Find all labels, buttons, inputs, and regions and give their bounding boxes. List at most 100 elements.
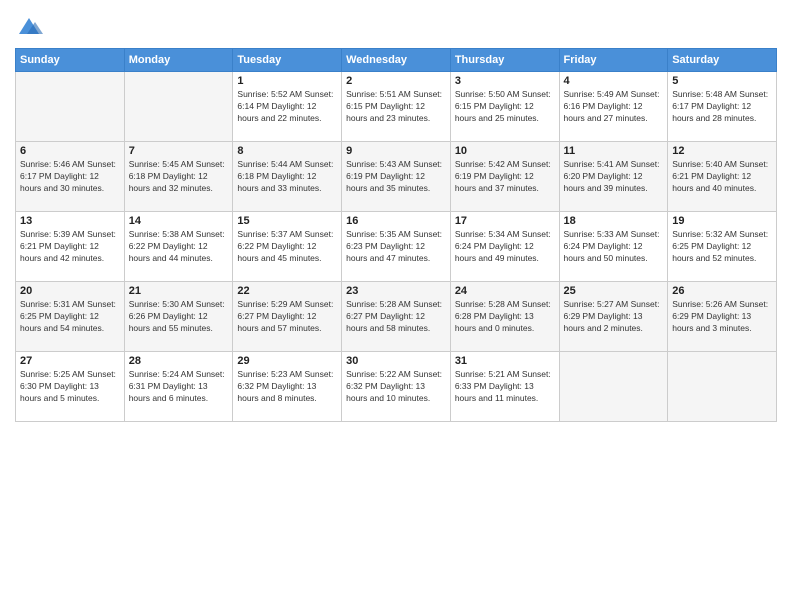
day-number: 2 — [346, 75, 446, 87]
day-number: 26 — [672, 285, 772, 297]
day-number: 15 — [237, 215, 337, 227]
calendar-cell: 9 Sunrise: 5:43 AM Sunset: 6:19 PM Daylig… — [342, 142, 451, 212]
weekday-header: Monday — [124, 49, 233, 72]
day-info: Sunrise: 5:44 AM Sunset: 6:18 PM Dayligh… — [237, 159, 337, 195]
calendar-cell: 30Sunrise: 5:22 AM Sunset: 6:32 PM Dayli… — [342, 352, 451, 422]
day-number: 21 — [129, 285, 229, 297]
calendar-cell: 4 Sunrise: 5:49 AM Sunset: 6:16 PM Daylig… — [559, 72, 668, 142]
day-info: Sunrise: 5:32 AM Sunset: 6:25 PM Dayligh… — [672, 229, 772, 265]
day-number: 12 — [672, 145, 772, 157]
weekday-header: Tuesday — [233, 49, 342, 72]
day-number: 18 — [564, 215, 664, 227]
day-info: Sunrise: 5:28 AM Sunset: 6:28 PM Dayligh… — [455, 299, 555, 335]
logo — [15, 14, 47, 42]
day-number: 9 — [346, 145, 446, 157]
day-info: Sunrise: 5:45 AM Sunset: 6:18 PM Dayligh… — [129, 159, 229, 195]
calendar-cell: 29Sunrise: 5:23 AM Sunset: 6:32 PM Dayli… — [233, 352, 342, 422]
calendar-cell: 24 Sunrise: 5:28 AM Sunset: 6:28 PM Dayli… — [450, 282, 559, 352]
day-info: Sunrise: 5:38 AM Sunset: 6:22 PM Dayligh… — [129, 229, 229, 265]
weekday-header: Friday — [559, 49, 668, 72]
weekday-header: Wednesday — [342, 49, 451, 72]
calendar-cell: 13 Sunrise: 5:39 AM Sunset: 6:21 PM Dayli… — [16, 212, 125, 282]
day-info: Sunrise: 5:39 AM Sunset: 6:21 PM Dayligh… — [20, 229, 120, 265]
calendar-cell: 1 Sunrise: 5:52 AM Sunset: 6:14 PM Daylig… — [233, 72, 342, 142]
calendar-cell: 19 Sunrise: 5:32 AM Sunset: 6:25 PM Dayli… — [668, 212, 777, 282]
calendar-cell: 7 Sunrise: 5:45 AM Sunset: 6:18 PM Daylig… — [124, 142, 233, 212]
calendar-cell: 28Sunrise: 5:24 AM Sunset: 6:31 PM Dayli… — [124, 352, 233, 422]
day-number: 19 — [672, 215, 772, 227]
day-number: 24 — [455, 285, 555, 297]
day-number: 11 — [564, 145, 664, 157]
calendar-cell: 8Sunrise: 5:44 AM Sunset: 6:18 PM Daylig… — [233, 142, 342, 212]
calendar-cell: 26 Sunrise: 5:26 AM Sunset: 6:29 PM Dayli… — [668, 282, 777, 352]
day-info: Sunrise: 5:37 AM Sunset: 6:22 PM Dayligh… — [237, 229, 337, 265]
day-info: Sunrise: 5:49 AM Sunset: 6:16 PM Dayligh… — [564, 89, 664, 125]
day-info: Sunrise: 5:43 AM Sunset: 6:19 PM Dayligh… — [346, 159, 446, 195]
calendar-table: SundayMondayTuesdayWednesdayThursdayFrid… — [15, 48, 777, 422]
calendar-cell: 22 Sunrise: 5:29 AM Sunset: 6:27 PM Dayli… — [233, 282, 342, 352]
calendar-cell: 16Sunrise: 5:35 AM Sunset: 6:23 PM Dayli… — [342, 212, 451, 282]
weekday-header: Sunday — [16, 49, 125, 72]
day-number: 1 — [237, 75, 337, 87]
calendar-cell: 15 Sunrise: 5:37 AM Sunset: 6:22 PM Dayli… — [233, 212, 342, 282]
calendar-week-row: 27Sunrise: 5:25 AM Sunset: 6:30 PM Dayli… — [16, 352, 777, 422]
day-number: 28 — [129, 355, 229, 367]
calendar-cell: 27Sunrise: 5:25 AM Sunset: 6:30 PM Dayli… — [16, 352, 125, 422]
day-info: Sunrise: 5:31 AM Sunset: 6:25 PM Dayligh… — [20, 299, 120, 335]
calendar-cell — [16, 72, 125, 142]
day-info: Sunrise: 5:40 AM Sunset: 6:21 PM Dayligh… — [672, 159, 772, 195]
calendar-cell: 23 Sunrise: 5:28 AM Sunset: 6:27 PM Dayli… — [342, 282, 451, 352]
day-info: Sunrise: 5:41 AM Sunset: 6:20 PM Dayligh… — [564, 159, 664, 195]
calendar-cell: 11 Sunrise: 5:41 AM Sunset: 6:20 PM Dayli… — [559, 142, 668, 212]
day-info: Sunrise: 5:25 AM Sunset: 6:30 PM Dayligh… — [20, 369, 120, 405]
day-number: 3 — [455, 75, 555, 87]
day-number: 6 — [20, 145, 120, 157]
calendar-week-row: 13 Sunrise: 5:39 AM Sunset: 6:21 PM Dayli… — [16, 212, 777, 282]
calendar-cell: 3 Sunrise: 5:50 AM Sunset: 6:15 PM Daylig… — [450, 72, 559, 142]
day-info: Sunrise: 5:22 AM Sunset: 6:32 PM Dayligh… — [346, 369, 446, 405]
day-number: 17 — [455, 215, 555, 227]
calendar-cell: 14 Sunrise: 5:38 AM Sunset: 6:22 PM Dayli… — [124, 212, 233, 282]
day-info: Sunrise: 5:48 AM Sunset: 6:17 PM Dayligh… — [672, 89, 772, 125]
day-info: Sunrise: 5:29 AM Sunset: 6:27 PM Dayligh… — [237, 299, 337, 335]
calendar-cell: 18 Sunrise: 5:33 AM Sunset: 6:24 PM Dayli… — [559, 212, 668, 282]
day-number: 4 — [564, 75, 664, 87]
logo-icon — [15, 14, 43, 42]
day-number: 25 — [564, 285, 664, 297]
day-info: Sunrise: 5:51 AM Sunset: 6:15 PM Dayligh… — [346, 89, 446, 125]
day-number: 7 — [129, 145, 229, 157]
day-number: 14 — [129, 215, 229, 227]
calendar-cell: 21 Sunrise: 5:30 AM Sunset: 6:26 PM Dayli… — [124, 282, 233, 352]
calendar-cell: 20 Sunrise: 5:31 AM Sunset: 6:25 PM Dayli… — [16, 282, 125, 352]
calendar-cell: 5 Sunrise: 5:48 AM Sunset: 6:17 PM Daylig… — [668, 72, 777, 142]
day-info: Sunrise: 5:23 AM Sunset: 6:32 PM Dayligh… — [237, 369, 337, 405]
header — [15, 10, 777, 42]
day-info: Sunrise: 5:26 AM Sunset: 6:29 PM Dayligh… — [672, 299, 772, 335]
day-info: Sunrise: 5:50 AM Sunset: 6:15 PM Dayligh… — [455, 89, 555, 125]
day-info: Sunrise: 5:28 AM Sunset: 6:27 PM Dayligh… — [346, 299, 446, 335]
day-info: Sunrise: 5:34 AM Sunset: 6:24 PM Dayligh… — [455, 229, 555, 265]
day-number: 10 — [455, 145, 555, 157]
calendar-week-row: 6 Sunrise: 5:46 AM Sunset: 6:17 PM Daylig… — [16, 142, 777, 212]
calendar-cell: 6 Sunrise: 5:46 AM Sunset: 6:17 PM Daylig… — [16, 142, 125, 212]
day-number: 31 — [455, 355, 555, 367]
calendar-cell: 12 Sunrise: 5:40 AM Sunset: 6:21 PM Dayli… — [668, 142, 777, 212]
day-number: 13 — [20, 215, 120, 227]
calendar-week-row: 1 Sunrise: 5:52 AM Sunset: 6:14 PM Daylig… — [16, 72, 777, 142]
page: SundayMondayTuesdayWednesdayThursdayFrid… — [0, 0, 792, 612]
calendar-week-row: 20 Sunrise: 5:31 AM Sunset: 6:25 PM Dayli… — [16, 282, 777, 352]
calendar-cell: 17 Sunrise: 5:34 AM Sunset: 6:24 PM Dayli… — [450, 212, 559, 282]
calendar-cell: 31 Sunrise: 5:21 AM Sunset: 6:33 PM Dayli… — [450, 352, 559, 422]
day-info: Sunrise: 5:30 AM Sunset: 6:26 PM Dayligh… — [129, 299, 229, 335]
day-number: 20 — [20, 285, 120, 297]
day-info: Sunrise: 5:21 AM Sunset: 6:33 PM Dayligh… — [455, 369, 555, 405]
day-info: Sunrise: 5:42 AM Sunset: 6:19 PM Dayligh… — [455, 159, 555, 195]
day-info: Sunrise: 5:33 AM Sunset: 6:24 PM Dayligh… — [564, 229, 664, 265]
day-number: 22 — [237, 285, 337, 297]
day-info: Sunrise: 5:46 AM Sunset: 6:17 PM Dayligh… — [20, 159, 120, 195]
day-number: 5 — [672, 75, 772, 87]
day-info: Sunrise: 5:52 AM Sunset: 6:14 PM Dayligh… — [237, 89, 337, 125]
day-number: 23 — [346, 285, 446, 297]
weekday-header-row: SundayMondayTuesdayWednesdayThursdayFrid… — [16, 49, 777, 72]
day-info: Sunrise: 5:27 AM Sunset: 6:29 PM Dayligh… — [564, 299, 664, 335]
